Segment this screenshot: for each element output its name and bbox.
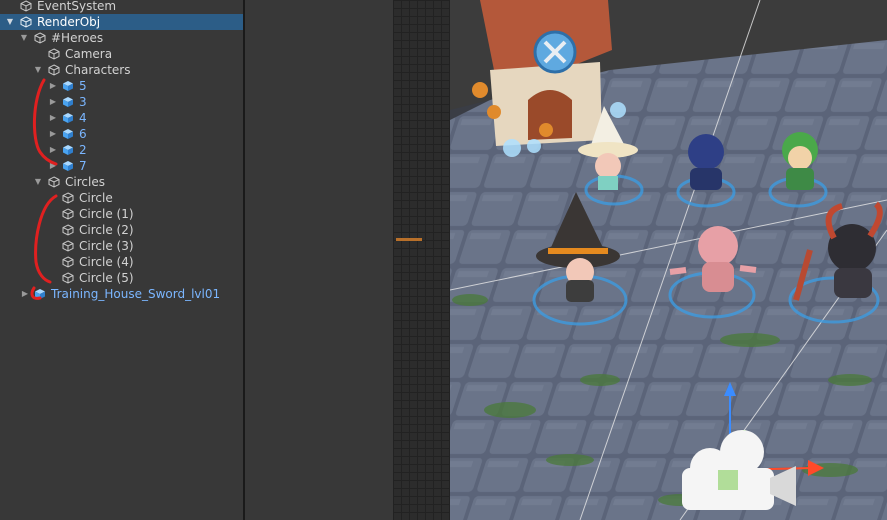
training-house-mark: [30, 286, 42, 300]
scene-render: [450, 0, 887, 520]
red-annotation-marks: [30, 78, 58, 300]
grid-strip: [393, 0, 450, 520]
grid-handle-marker: [396, 238, 422, 241]
empty-panel: [245, 0, 393, 520]
character-elf: [782, 132, 818, 190]
scene-view[interactable]: [450, 0, 887, 520]
characters-bracket-mark: [32, 78, 58, 166]
gizmo-center-handle: [718, 470, 738, 490]
character-ninja: [688, 134, 724, 190]
circles-bracket-mark: [34, 194, 58, 284]
hierarchy-panel: EventSystem ▼ RenderObj ▼ #Heroes Camera…: [0, 0, 243, 520]
